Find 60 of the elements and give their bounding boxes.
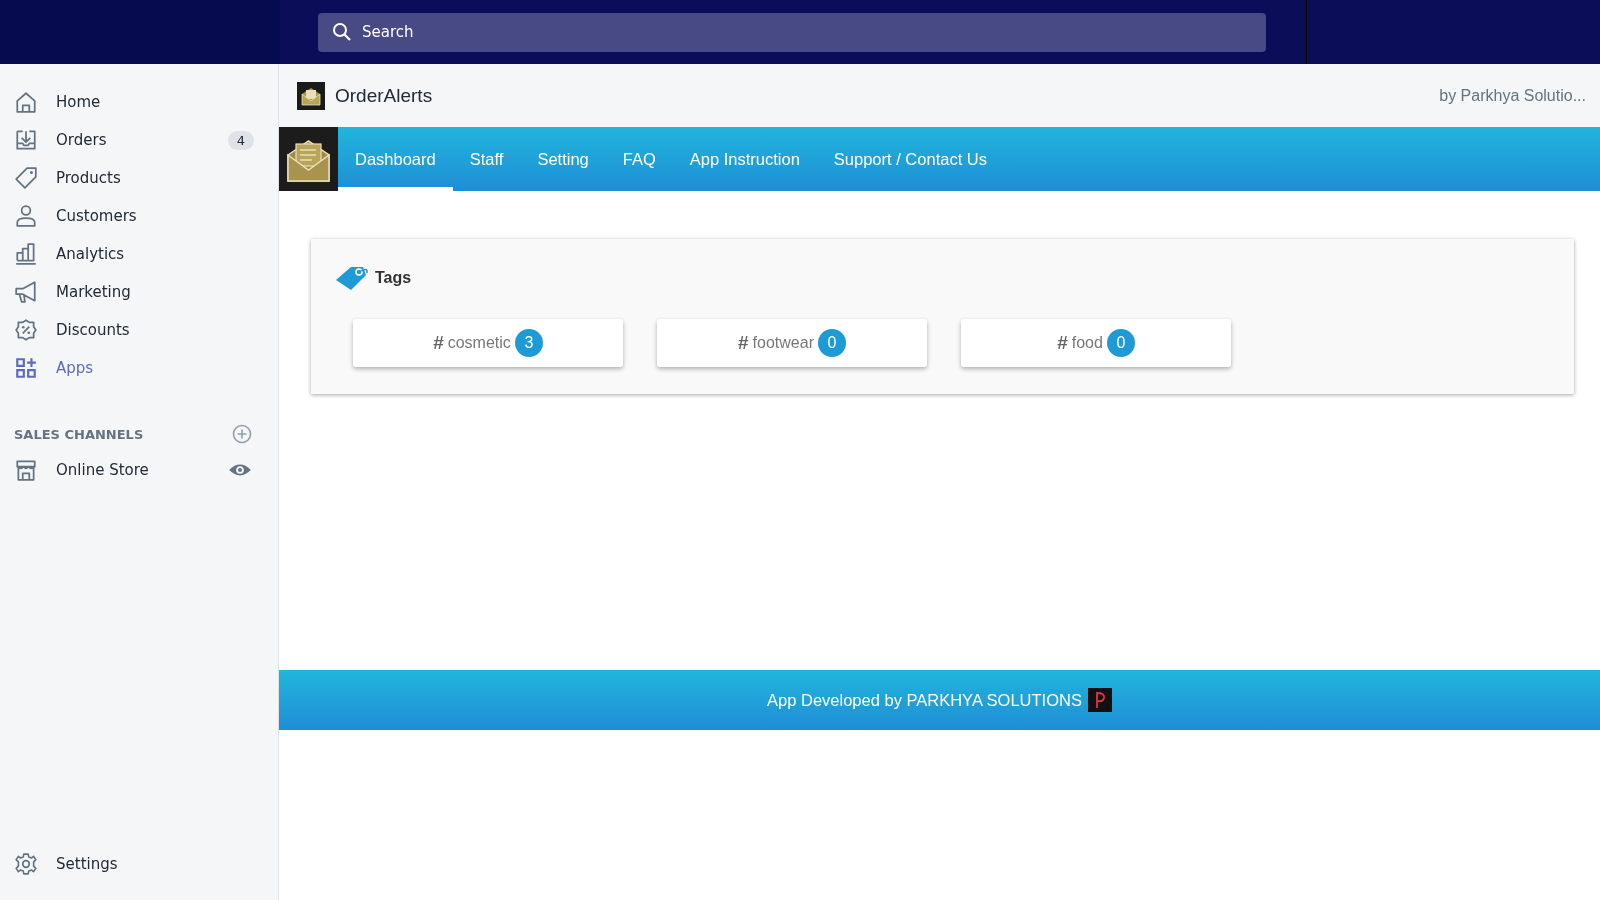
sidebar-label: Orders (56, 131, 108, 149)
sidebar-label: Apps (56, 359, 95, 377)
gear-icon (14, 852, 38, 876)
tag-name: cosmetic (447, 334, 511, 352)
search-icon (332, 21, 352, 42)
hash-sign: # (433, 332, 444, 354)
developer-credit: by Parkhya Solutio... (1439, 86, 1586, 105)
tag-name: footwear (752, 334, 814, 352)
sidebar-item[interactable]: Online Store (0, 451, 278, 489)
bar-chart-icon (14, 242, 38, 266)
sidebar-label: Online Store (56, 461, 150, 479)
search-field[interactable]: Search (318, 12, 1266, 52)
count-badge: 3 (514, 329, 543, 357)
apps-grid-icon (14, 356, 38, 380)
nav-tab[interactable]: Dashboard (338, 127, 453, 191)
footer-text: App Developed by PARKHYA SOLUTIONS (767, 690, 1082, 710)
nav-tab[interactable]: Setting (520, 127, 606, 191)
count-badge: 4 (227, 130, 254, 150)
envelope-logo-icon (297, 81, 325, 110)
section-heading: SALES CHANNELS (14, 426, 144, 442)
sidebar-label: Customers (56, 207, 138, 225)
megaphone-icon (14, 280, 38, 304)
add-icon[interactable] (232, 424, 252, 444)
tag-name: food (1071, 334, 1103, 352)
nav-tab[interactable]: Support / Contact Us (816, 127, 1004, 191)
sidebar-item[interactable]: Products (0, 159, 278, 197)
sidebar-item[interactable]: Orders 4 (0, 121, 278, 159)
sidebar-label: Analytics (56, 245, 126, 263)
discount-badge-icon (14, 318, 38, 342)
storefront-icon (14, 458, 38, 482)
tag-chip[interactable]: # cosmetic 3 (353, 319, 623, 367)
hash-sign: # (1057, 332, 1068, 354)
tag-chip[interactable]: # food 0 (961, 319, 1231, 367)
hash-sign: # (738, 332, 749, 354)
sidebar-label: Home (56, 93, 102, 111)
sidebar-item[interactable]: Settings (0, 845, 278, 883)
company-logo-icon (1087, 688, 1112, 712)
card-title: Tags (375, 269, 412, 287)
inbox-tray-icon (14, 128, 38, 152)
sidebar-item[interactable]: Discounts (0, 311, 278, 349)
count-badge: 0 (1106, 329, 1135, 357)
nav-tab[interactable]: Staff (452, 127, 521, 191)
sidebar-label: Products (56, 169, 122, 187)
nav-tab[interactable]: App Instruction (672, 127, 817, 191)
nav-tab[interactable]: FAQ (605, 127, 673, 191)
sidebar-item[interactable]: Apps (0, 349, 278, 387)
sidebar-label: Marketing (56, 283, 132, 301)
home-icon (14, 90, 38, 114)
sidebar-item[interactable]: Customers (0, 197, 278, 235)
tag-chip[interactable]: # footwear 0 (657, 319, 927, 367)
tag-icon (14, 166, 38, 190)
sidebar-label: Discounts (56, 321, 131, 339)
sidebar-item[interactable]: Marketing (0, 273, 278, 311)
person-icon (14, 204, 38, 228)
sidebar-item[interactable]: Home (0, 83, 278, 121)
sidebar-item[interactable]: Analytics (0, 235, 278, 273)
count-badge: 0 (817, 329, 846, 357)
envelope-logo-icon (279, 127, 338, 191)
app-title: OrderAlerts (335, 84, 434, 107)
sidebar-label: Settings (56, 855, 119, 873)
